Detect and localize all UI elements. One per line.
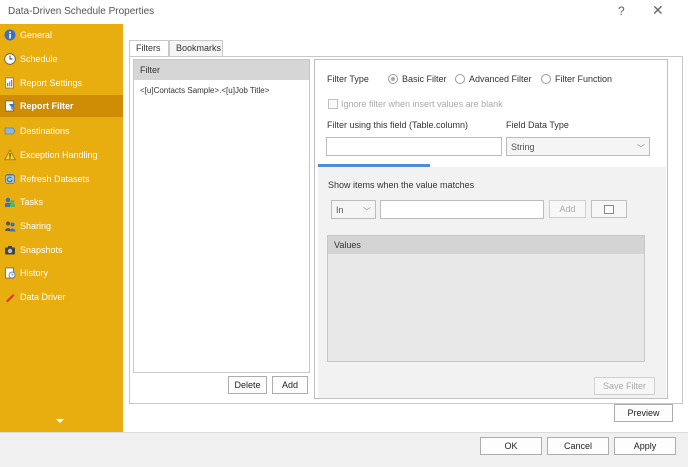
help-button[interactable]: ?: [618, 4, 625, 18]
filter-list-header: Filter: [134, 60, 309, 80]
ignore-blank-label: Ignore filter when insert values are bla…: [341, 99, 503, 109]
field-label: Filter using this field (Table.column): [327, 120, 469, 130]
sidebar-item-refresh-datasets[interactable]: Refresh Datasets: [0, 168, 123, 190]
match-value-input[interactable]: [380, 200, 544, 219]
tasks-icon: [5, 197, 15, 207]
destinations-icon: [4, 127, 16, 135]
snapshot-icon: [5, 246, 15, 255]
sidebar-scroll-down-icon[interactable]: [56, 419, 64, 423]
sidebar-item-label: Tasks: [20, 197, 44, 207]
sidebar-item-label: Data Driver: [20, 292, 66, 302]
pick-values-button[interactable]: [591, 200, 627, 218]
values-header: Values: [328, 236, 644, 254]
sidebar-item-label: Refresh Datasets: [20, 174, 90, 184]
tab-bookmarks[interactable]: Bookmarks: [169, 40, 223, 56]
sidebar-item-schedule[interactable]: Schedule: [0, 48, 123, 70]
values-list: Values: [327, 235, 645, 362]
filter-function-label: Filter Function: [555, 74, 613, 84]
sidebar-item-report-settings[interactable]: Report Settings: [0, 72, 123, 94]
sidebar-item-label: Report Settings: [20, 78, 83, 88]
operator-select[interactable]: In ﹀: [331, 200, 376, 219]
main-panel: Filters Bookmarks Filter <[u]Contacts Sa…: [123, 24, 688, 432]
sidebar-item-general[interactable]: General: [0, 24, 123, 46]
data-type-value: String: [511, 142, 535, 152]
sidebar-item-label: Snapshots: [20, 245, 63, 255]
warning-icon: [4, 149, 16, 161]
clock-icon: [4, 53, 16, 65]
title-bar: Data-Driven Schedule Properties ? ✕: [0, 0, 688, 24]
match-panel: Show items when the value matches In ﹀ A…: [318, 167, 666, 398]
sidebar-item-label: History: [20, 268, 49, 278]
cancel-button[interactable]: Cancel: [547, 437, 609, 455]
data-type-select[interactable]: String ﹀: [506, 137, 650, 156]
match-label: Show items when the value matches: [328, 180, 475, 190]
sidebar-item-label: Destinations: [20, 126, 70, 136]
report-filter-icon: [5, 100, 15, 112]
refresh-icon: [5, 173, 15, 185]
advanced-filter-label: Advanced Filter: [469, 74, 532, 84]
sidebar-item-sharing[interactable]: Sharing: [0, 215, 123, 237]
grid-icon: [604, 205, 614, 214]
add-filter-button[interactable]: Add: [272, 376, 308, 394]
tab-filters[interactable]: Filters: [129, 40, 169, 57]
filter-editor: Filter Type Basic Filter Advanced Filter…: [314, 59, 668, 399]
sharing-icon: [5, 221, 16, 232]
basic-filter-radio[interactable]: [388, 74, 398, 84]
window-title: Data-Driven Schedule Properties: [8, 6, 155, 17]
sidebar-item-snapshots[interactable]: Snapshots: [0, 239, 123, 261]
history-icon: [5, 267, 16, 279]
filter-list-item[interactable]: <[u]Contacts Sample>.<[u]Job Title>: [134, 80, 309, 101]
sidebar-item-label: Sharing: [20, 221, 52, 231]
filter-type-label: Filter Type: [327, 74, 369, 84]
sidebar-item-history[interactable]: History: [0, 262, 123, 284]
save-filter-button[interactable]: Save Filter: [594, 377, 655, 395]
filter-function-radio[interactable]: [541, 74, 551, 84]
dialog-footer: OK Cancel Apply: [0, 432, 688, 467]
chevron-down-icon: ﹀: [637, 144, 645, 153]
sidebar-item-report-filter[interactable]: Report Filter: [0, 95, 123, 117]
sidebar-item-data-driver[interactable]: Data Driver: [0, 286, 123, 308]
report-settings-icon: [5, 77, 14, 89]
sidebar-item-label: Schedule: [20, 54, 58, 64]
operator-value: In: [336, 205, 344, 215]
advanced-filter-radio[interactable]: [455, 74, 465, 84]
chevron-down-icon: ﹀: [363, 207, 371, 216]
info-icon: [4, 29, 16, 41]
filter-list: Filter <[u]Contacts Sample>.<[u]Job Titl…: [133, 59, 310, 373]
sidebar: General Schedule Report Settings Report …: [0, 24, 123, 432]
apply-button[interactable]: Apply: [614, 437, 676, 455]
close-button[interactable]: ✕: [652, 2, 664, 19]
sidebar-item-label: Report Filter: [20, 101, 74, 111]
data-driver-icon: [6, 292, 16, 303]
sidebar-item-tasks[interactable]: Tasks: [0, 191, 123, 213]
add-value-button[interactable]: Add: [549, 200, 586, 218]
sidebar-item-label: General: [20, 30, 53, 40]
basic-filter-label: Basic Filter: [402, 74, 447, 84]
sidebar-item-exception-handling[interactable]: Exception Handling: [0, 144, 123, 166]
sidebar-item-label: Exception Handling: [20, 150, 98, 160]
ok-button[interactable]: OK: [480, 437, 542, 455]
delete-filter-button[interactable]: Delete: [228, 376, 267, 394]
sidebar-item-destinations[interactable]: Destinations: [0, 120, 123, 142]
preview-button[interactable]: Preview: [614, 404, 673, 422]
field-input[interactable]: [326, 137, 502, 156]
data-type-label: Field Data Type: [506, 120, 569, 130]
ignore-blank-checkbox[interactable]: [328, 99, 338, 109]
